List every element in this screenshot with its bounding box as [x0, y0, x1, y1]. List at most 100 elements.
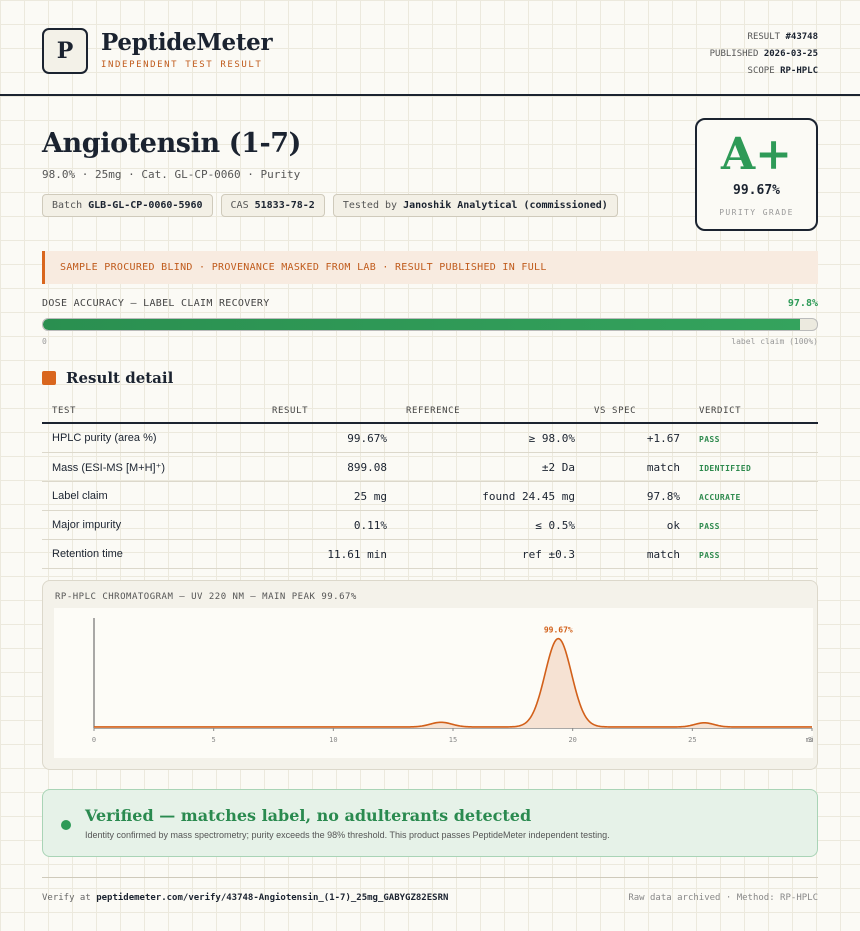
table-row: HPLC purity (area %) 99.67% ≥ 98.0% +1.6… — [42, 424, 818, 453]
published-line: PUBLISHED 2026-03-25 — [710, 46, 818, 63]
chromatogram-area-fill — [94, 638, 812, 728]
batch-value: GLB-GL-CP-0060-5960 — [88, 200, 203, 211]
verified-dot-icon — [61, 820, 71, 830]
result-meta: RESULT #43748 PUBLISHED 2026-03-25 SCOPE… — [710, 29, 818, 80]
logo: P — [42, 28, 88, 74]
cell-verdict: PASS — [699, 522, 720, 531]
table-row: Mass (ESI-MS [M+H]⁺) 899.08 ±2 Da match … — [42, 453, 818, 482]
verified-text: Identity confirmed by mass spectrometry;… — [85, 830, 610, 840]
logo-letter: P — [56, 38, 74, 64]
x-unit-label: min — [806, 736, 813, 744]
cell-vs-spec: 97.8% — [646, 490, 680, 503]
cas-value: 51833-78-2 — [254, 200, 315, 211]
x-tick-label: 5 — [212, 736, 216, 744]
x-tick-label: 10 — [329, 736, 337, 744]
header: P PeptideMeter INDEPENDENT TEST RESULT R… — [0, 0, 860, 96]
chromatogram-svg: 051015202530min99.67% — [92, 618, 818, 744]
product-title: Angiotensin (1-7) — [42, 128, 302, 159]
x-tick-label: 0 — [92, 736, 96, 744]
product-chips: Batch GLB-GL-CP-0060-5960 CAS 51833-78-2… — [42, 194, 618, 217]
cell-verdict: PASS — [699, 435, 720, 444]
footer-divider — [42, 877, 818, 878]
cell-result: 25 mg — [353, 490, 387, 503]
scope-line: SCOPE RP-HPLC — [710, 63, 818, 80]
tested-by-value: Janoshik Analytical (commissioned) — [403, 200, 608, 211]
cell-reference: ≤ 0.5% — [535, 519, 575, 532]
brand-name: PeptideMeter — [101, 29, 273, 56]
cell-vs-spec: match — [646, 548, 680, 561]
dose-bar-min-label: 0 — [42, 337, 47, 346]
table-row: Major impurity 0.11% ≤ 0.5% ok PASS — [42, 511, 818, 540]
verify-label: Verify at — [42, 893, 91, 903]
chromatogram-title: RP-HPLC CHROMATOGRAM — UV 220 NM — MAIN … — [55, 592, 357, 602]
cell-test: HPLC purity (area %) — [52, 432, 157, 444]
cell-test: Label claim — [52, 490, 108, 502]
brand-subtitle: INDEPENDENT TEST RESULT — [101, 60, 263, 70]
scope-label: SCOPE — [747, 66, 775, 76]
cas-label: CAS — [230, 200, 249, 211]
cell-result: 99.67% — [347, 432, 387, 445]
footer-method: Raw data archived · Method: RP-HPLC — [628, 893, 818, 903]
chromatogram-trace — [94, 637, 812, 728]
cell-test: Major impurity — [52, 519, 122, 531]
section-marker-icon — [42, 371, 56, 385]
result-id-value: #43748 — [785, 32, 818, 42]
header-test: TEST — [52, 406, 77, 416]
table-row: Label claim 25 mg found 24.45 mg 97.8% A… — [42, 482, 818, 511]
batch-label: Batch — [52, 200, 83, 211]
verified-title: Verified — matches label, no adulterants… — [85, 806, 532, 825]
cell-verdict: ACCURATE — [699, 493, 741, 502]
cell-reference: ±2 Da — [541, 461, 575, 474]
scope-value: RP-HPLC — [780, 66, 818, 76]
tested-by-label: Tested by — [342, 200, 398, 211]
grade-label: PURITY GRADE — [719, 208, 794, 217]
cell-reference: ≥ 98.0% — [528, 432, 575, 445]
header-vs-spec: VS SPEC — [594, 406, 637, 416]
tested-by-chip: Tested by Janoshik Analytical (commissio… — [332, 194, 618, 217]
grade-value: 99.67% — [733, 183, 780, 198]
published-value: 2026-03-25 — [763, 49, 818, 59]
header-result: RESULT — [272, 406, 309, 416]
dose-accuracy-value: 97.8% — [787, 298, 818, 309]
verified-banner: Verified — matches label, no adulterants… — [42, 789, 818, 857]
product-subtitle: 98.0% · 25mg · Cat. GL-CP-0060 · Purity — [42, 168, 301, 181]
dose-accuracy-label: DOSE ACCURACY — LABEL CLAIM RECOVERY — [42, 298, 270, 309]
cell-result: 899.08 — [347, 461, 387, 474]
result-id-line: RESULT #43748 — [710, 29, 818, 46]
cell-result: 0.11% — [353, 519, 387, 532]
main-peak-label: 99.67% — [544, 626, 573, 635]
x-tick-label: 15 — [449, 736, 457, 744]
cell-test: Retention time — [52, 548, 123, 560]
result-id-label: RESULT — [747, 32, 781, 42]
grade-letter: A+ — [720, 129, 792, 180]
result-table: TEST RESULT REFERENCE VS SPEC VERDICT HP… — [42, 398, 818, 569]
cell-reference: ref ±0.3 — [522, 548, 575, 561]
dose-accuracy-bar — [42, 318, 818, 331]
purity-grade-card: A+ 99.67% PURITY GRADE — [695, 118, 818, 231]
cell-vs-spec: ok — [666, 519, 680, 532]
verify-link[interactable]: peptidemeter.com/verify/43748-Angiotensi… — [96, 893, 448, 903]
dose-bar-max-label: label claim (100%) — [731, 337, 818, 346]
cell-test: Mass (ESI-MS [M+H]⁺) — [52, 462, 166, 474]
cas-chip: CAS 51833-78-2 — [220, 194, 325, 217]
header-verdict: VERDICT — [699, 406, 742, 416]
table-header: TEST RESULT REFERENCE VS SPEC VERDICT — [42, 398, 818, 424]
blind-sample-notice: SAMPLE PROCURED BLIND · PROVENANCE MASKE… — [42, 251, 818, 284]
chromatogram-plot-area: 051015202530min99.67% — [54, 608, 818, 758]
cell-vs-spec: match — [646, 461, 680, 474]
header-reference: REFERENCE — [406, 406, 461, 416]
footer-verify: Verify at peptidemeter.com/verify/43748-… — [42, 893, 448, 903]
chromatogram-card: RP-HPLC CHROMATOGRAM — UV 220 NM — MAIN … — [42, 580, 818, 770]
result-detail-title: Result detail — [66, 369, 174, 387]
table-row: Retention time 11.61 min ref ±0.3 match … — [42, 540, 818, 569]
cell-verdict: PASS — [699, 551, 720, 560]
dose-accuracy-fill — [43, 319, 800, 330]
published-label: PUBLISHED — [709, 49, 759, 59]
cell-reference: found 24.45 mg — [482, 490, 575, 503]
x-tick-label: 20 — [568, 736, 576, 744]
cell-verdict: IDENTIFIED — [699, 464, 752, 473]
cell-vs-spec: +1.67 — [646, 432, 680, 445]
batch-chip: Batch GLB-GL-CP-0060-5960 — [42, 194, 213, 217]
result-detail-heading: Result detail — [42, 369, 173, 387]
cell-result: 11.61 min — [327, 548, 387, 561]
